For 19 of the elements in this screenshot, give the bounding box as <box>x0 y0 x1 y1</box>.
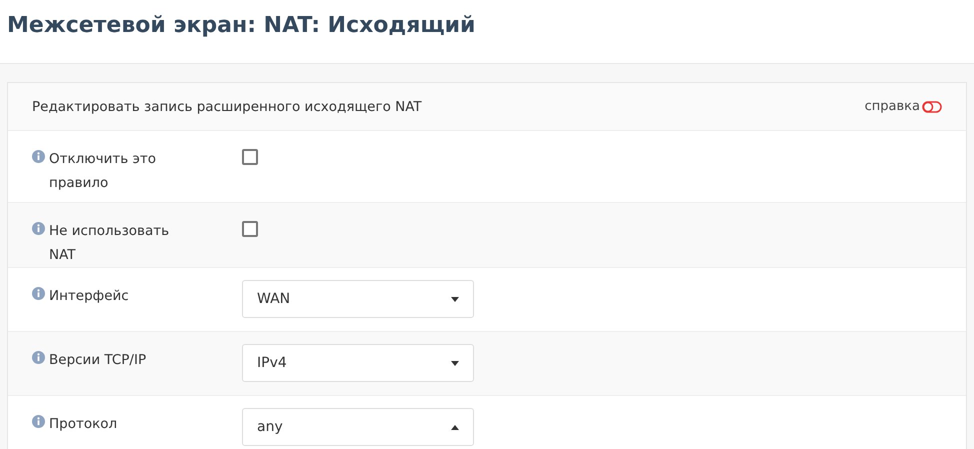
field-label: Интерфейс <box>49 287 130 306</box>
help-toggle[interactable] <box>922 100 942 112</box>
page-title: Межсетевой экран: NAT: Исходящий <box>7 12 476 40</box>
help-link[interactable]: справка <box>864 99 920 114</box>
panel-title: Редактировать запись расширенного исходящего NAT <box>32 98 423 114</box>
checkbox[interactable] <box>242 221 258 237</box>
select-dropdown[interactable]: any <box>242 408 474 446</box>
field-label: Не использовать NAT <box>49 222 170 265</box>
field-label: Версии TCP/IP <box>49 351 148 370</box>
info-icon[interactable] <box>32 287 45 300</box>
info-icon[interactable] <box>32 150 45 163</box>
select-dropdown[interactable]: WAN <box>242 280 474 318</box>
info-icon[interactable] <box>32 415 45 428</box>
info-icon[interactable] <box>32 222 45 235</box>
checkbox[interactable] <box>242 149 258 165</box>
select-dropdown[interactable]: IPv4 <box>242 344 474 382</box>
info-icon[interactable] <box>32 351 45 364</box>
field-label: Отключить это правило <box>49 150 158 193</box>
field-label: Протокол <box>49 415 118 434</box>
